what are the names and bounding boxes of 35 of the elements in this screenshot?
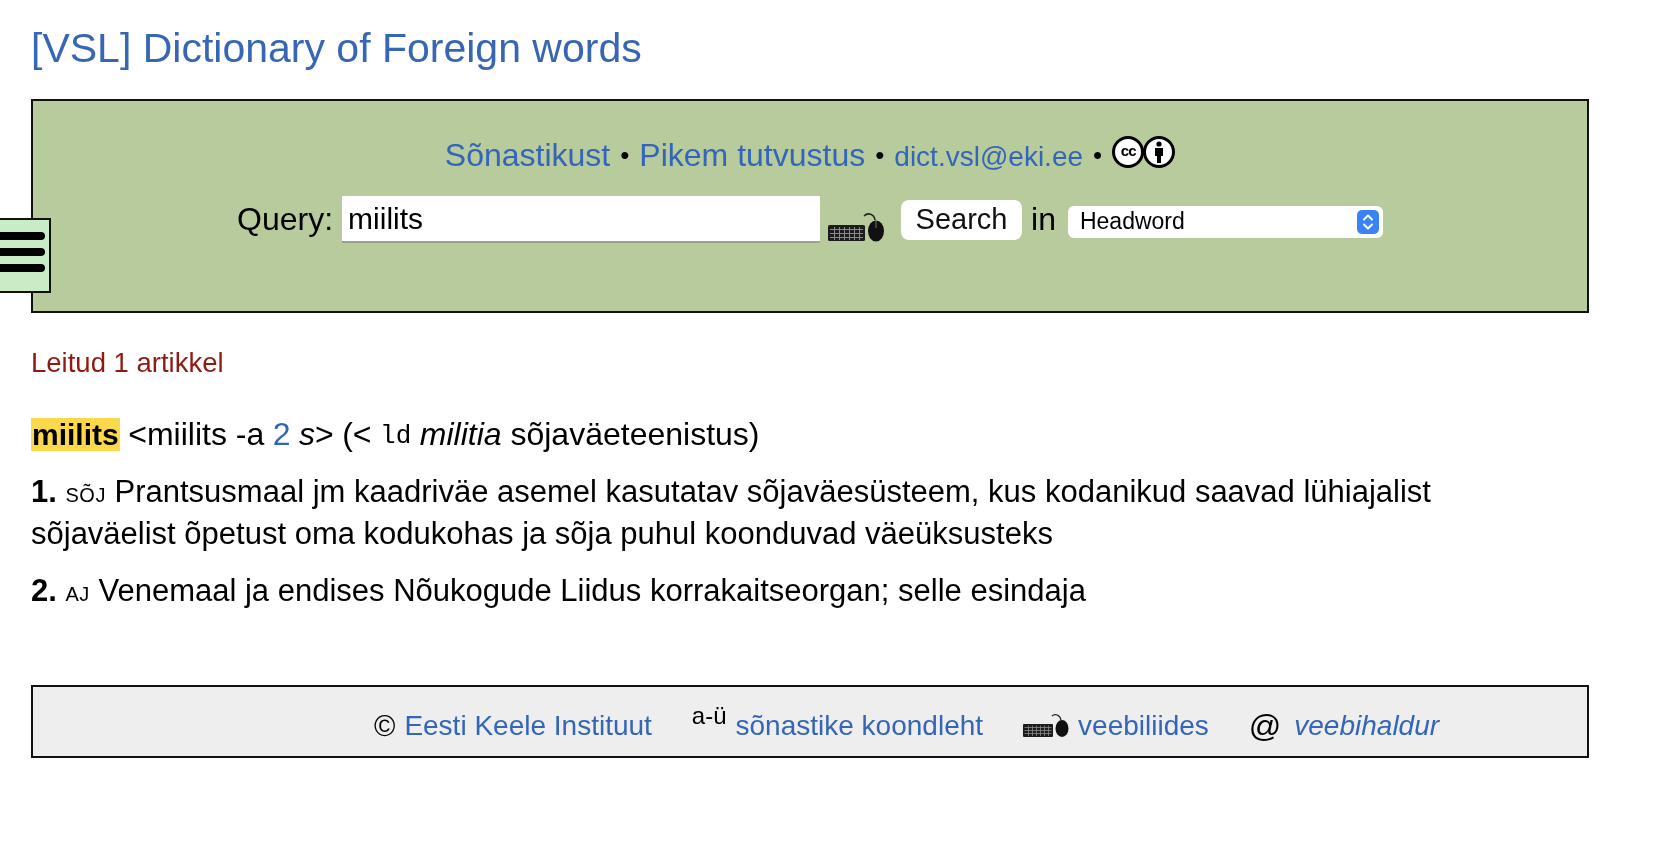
menu-button[interactable] (0, 218, 51, 293)
menu-icon (0, 232, 46, 272)
page-title: [VSL] Dictionary of Foreign words (31, 24, 642, 72)
query-input[interactable]: miilits (342, 196, 821, 243)
entry-text: (< (342, 415, 372, 453)
entry-text: <miilits -a (128, 415, 265, 453)
in-label: in (1031, 201, 1056, 238)
at-symbol: @ (1248, 707, 1282, 745)
nav-link[interactable]: Sõnastikust (444, 136, 611, 174)
result-count: Leitud 1 artikkel (31, 348, 224, 378)
updown-arrows-icon (1356, 209, 1379, 234)
index-symbol: a-ü (691, 702, 727, 730)
separator-dot: • (1093, 139, 1103, 171)
paradigm-link[interactable]: 2 (272, 415, 291, 453)
footer-link[interactable]: veebiliides (1078, 710, 1209, 742)
entry-text: s> (299, 415, 334, 453)
query-label: Query: (237, 201, 334, 238)
footer-link[interactable]: Eesti Keele Instituut (404, 710, 652, 742)
search-button[interactable]: Search (901, 199, 1023, 240)
email-link[interactable]: dict.vsl@eki.ee (894, 141, 1084, 173)
footer-link[interactable]: veebihaldur (1294, 710, 1440, 742)
sense-definition: 2. AJ Venemaal ja endises Nõukogude Liidus korrakaitseorgan; selle esindaja (31, 572, 1087, 610)
field-dropdown[interactable]: Headword (1067, 205, 1383, 238)
headword: miilits (31, 417, 120, 451)
separator-dot: • (875, 139, 885, 171)
entry-text: militia sõjaväeteenistus) (419, 415, 760, 453)
keyboard-mouse-icon (1023, 712, 1070, 738)
nav-link[interactable]: Pikem tutvustus (639, 136, 866, 174)
language-code: ld (380, 420, 412, 451)
separator-dot: • (620, 139, 630, 171)
person-icon[interactable] (1143, 136, 1176, 168)
license-badge[interactable]: cc (1112, 136, 1145, 168)
footer-link[interactable]: sõnastike koondleht (735, 710, 984, 742)
copyright-symbol: © (374, 709, 396, 743)
sense-definition: 1. SÕJ Prantsusmaal jm kaadriväe asemel kasutatav sõjaväesüsteem, kus kodanikud saavad lühiajalist sõjaväelist õpetust oma kodukohas ja sõja puhul koonduvad väeüksusteks (31, 473, 1432, 553)
